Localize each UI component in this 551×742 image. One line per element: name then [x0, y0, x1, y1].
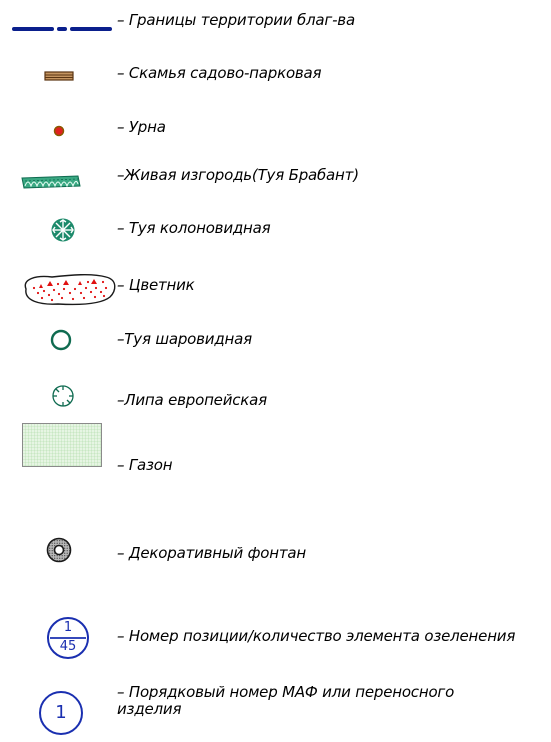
thuja-columnar-icon	[50, 217, 76, 243]
maf-number-icon: 1	[38, 690, 84, 736]
hedge-icon	[20, 174, 82, 190]
fountain-icon	[46, 537, 72, 563]
legend-label-lawn: – Газон	[117, 456, 173, 474]
legend-label-position-number: – Номер позиции/количество элемента озел…	[117, 627, 516, 645]
legend-label-maf-number: – Порядковый номер МАФ или переносного и…	[117, 683, 455, 718]
legend-label-fountain: – Декоративный фонтан	[117, 544, 307, 562]
legend-label-thuja-spherical: –Туя шаровидная	[117, 330, 252, 348]
linden-icon	[51, 384, 75, 408]
thuja-spherical-icon	[50, 329, 72, 351]
position-badge-bottom: 45	[59, 639, 77, 654]
urn-icon	[53, 125, 65, 137]
legend-label-bench: – Скамья садово-парковая	[117, 64, 322, 82]
legend-label-hedge: –Живая изгородь(Туя Брабант)	[117, 166, 359, 184]
maf-badge-number: 1	[55, 702, 67, 723]
flowerbed-icon	[18, 271, 118, 309]
bench-icon	[44, 70, 74, 82]
legend-label-boundary: – Границы территории благ-ва	[117, 11, 355, 29]
legend-label-flowerbed: – Цветник	[117, 276, 195, 294]
boundary-line-icon	[12, 22, 112, 36]
position-number-icon: 1 45	[46, 616, 90, 660]
lawn-icon	[22, 423, 102, 467]
legend-label-urn: – Урна	[117, 118, 166, 136]
legend-label-thuja-columnar: – Туя колоновидная	[117, 219, 271, 237]
legend-label-linden: –Липа европейская	[117, 391, 267, 409]
position-badge-top: 1	[63, 620, 73, 635]
